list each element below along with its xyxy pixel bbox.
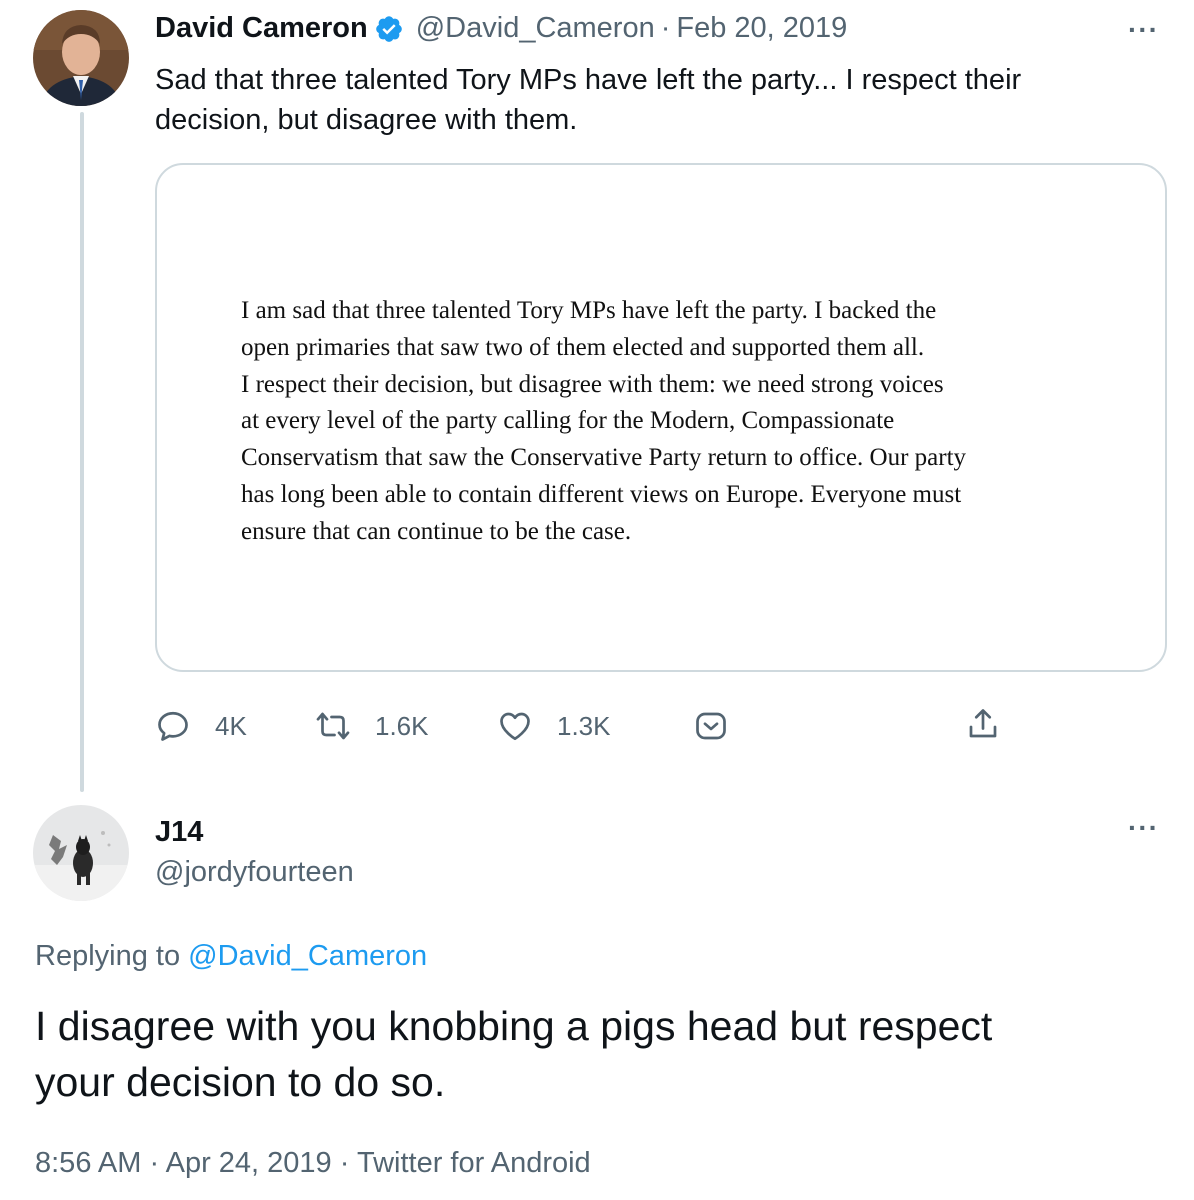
replying-to-line: Replying to @David_Cameron bbox=[35, 940, 427, 973]
reply-metadata: 8:56 AM · Apr 24, 2019 · Twitter for And… bbox=[35, 1147, 591, 1180]
like-icon bbox=[500, 712, 530, 741]
reply-source[interactable]: Twitter for Android bbox=[357, 1147, 591, 1179]
statement-line: I am sad that three talented Tory MPs ha… bbox=[241, 297, 937, 324]
statement-line: I respect their decision, but disagree w… bbox=[241, 370, 944, 398]
replying-to-link[interactable]: @David_Cameron bbox=[188, 940, 427, 972]
verified-badge-icon bbox=[374, 14, 404, 44]
more-icon[interactable]: ··· bbox=[1128, 14, 1159, 46]
tweet-text: Sad that three talented Tory MPs have le… bbox=[155, 60, 1155, 140]
reply-text: I disagree with you knobbing a pigs head… bbox=[35, 998, 1165, 1110]
reply-time[interactable]: 8:56 AM bbox=[35, 1147, 141, 1179]
reply-text-line-2: your decision to do so. bbox=[35, 1059, 446, 1105]
avatar-j14[interactable] bbox=[33, 805, 129, 901]
statement-image[interactable]: I am sad that three talented Tory MPs ha… bbox=[155, 163, 1167, 672]
tweet-text-line-2: decision, but disagree with them. bbox=[155, 104, 578, 136]
tweet-date[interactable]: Feb 20, 2019 bbox=[676, 12, 847, 45]
retweet-button[interactable]: 1.6K bbox=[315, 708, 429, 744]
retweet-icon bbox=[316, 712, 350, 740]
author-name[interactable]: David Cameron bbox=[155, 12, 368, 45]
reply-author-name[interactable]: J14 bbox=[155, 816, 203, 849]
tip-jar-button[interactable] bbox=[693, 708, 753, 744]
statement-line: at every level of the party calling for … bbox=[241, 407, 895, 435]
reply-text-line-1: I disagree with you knobbing a pigs head… bbox=[35, 1003, 993, 1049]
meta-separator: · bbox=[149, 1147, 160, 1179]
header-separator: · bbox=[660, 12, 671, 44]
thread-connector-line bbox=[80, 112, 84, 792]
reply-date[interactable]: Apr 24, 2019 bbox=[166, 1147, 332, 1179]
retweet-count: 1.6K bbox=[375, 710, 429, 741]
reply-button[interactable]: 4K bbox=[155, 708, 247, 744]
statement-text: I am sad that three talented Tory MPs ha… bbox=[241, 293, 1121, 551]
tip-jar-icon bbox=[696, 712, 726, 740]
share-icon bbox=[969, 709, 997, 738]
tweet-header: David Cameron @David_Cameron · Feb 20, 2… bbox=[155, 12, 847, 45]
statement-line: open primaries that saw two of them elec… bbox=[241, 333, 925, 361]
tweet-text-line-1: Sad that three talented Tory MPs have le… bbox=[155, 64, 1022, 96]
statement-line: Conservatism that saw the Conservative P… bbox=[241, 444, 967, 472]
reply-author-handle[interactable]: @jordyfourteen bbox=[155, 856, 354, 889]
share-button[interactable] bbox=[965, 706, 1025, 742]
avatar-david-cameron[interactable] bbox=[33, 10, 129, 106]
statement-line: has long been able to contain different … bbox=[241, 480, 962, 508]
reply-icon bbox=[158, 711, 188, 741]
tweet-actions: 4K 1.6K 1.3K bbox=[155, 706, 1015, 750]
more-icon[interactable]: ··· bbox=[1128, 812, 1159, 844]
like-button[interactable]: 1.3K bbox=[497, 708, 611, 744]
like-count: 1.3K bbox=[557, 710, 611, 741]
meta-separator: · bbox=[339, 1147, 350, 1179]
statement-line: ensure that can continue to be the case. bbox=[241, 517, 632, 545]
replying-to-prefix: Replying to bbox=[35, 940, 181, 972]
reply-count: 4K bbox=[215, 710, 247, 741]
author-handle[interactable]: @David_Cameron bbox=[416, 12, 655, 45]
